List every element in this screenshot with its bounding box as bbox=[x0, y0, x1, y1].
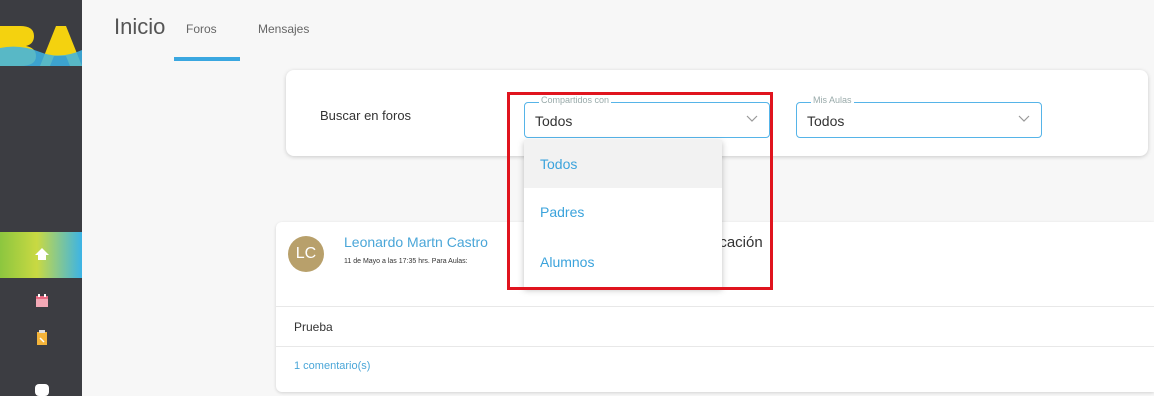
tab-inicio[interactable]: Inicio bbox=[114, 14, 165, 40]
compartidos-select[interactable]: Compartidos con Todos bbox=[524, 95, 770, 138]
mis-aulas-select[interactable]: Mis Aulas Todos bbox=[796, 95, 1042, 138]
chevron-down-icon bbox=[1018, 115, 1030, 122]
tab-foros[interactable]: Foros bbox=[186, 22, 217, 36]
comments-link[interactable]: 1 comentario(s) bbox=[294, 360, 370, 372]
active-tab-indicator bbox=[174, 57, 240, 61]
dropdown-option-padres[interactable]: Padres bbox=[524, 188, 722, 236]
chevron-down-icon bbox=[746, 115, 758, 122]
post-meta: 11 de Mayo a las 17:35 hrs. Para Aulas: bbox=[344, 258, 468, 265]
post-title: icación bbox=[716, 234, 763, 251]
tab-mensajes[interactable]: Mensajes bbox=[258, 22, 309, 36]
logo bbox=[0, 22, 82, 66]
home-icon bbox=[35, 248, 49, 260]
compartidos-legend: Compartidos con bbox=[539, 95, 612, 105]
calendar-icon bbox=[36, 294, 48, 307]
divider bbox=[276, 346, 1154, 347]
dropdown-option-alumnos[interactable]: Alumnos bbox=[524, 238, 722, 286]
sidebar-item-calendar[interactable] bbox=[0, 286, 82, 320]
divider bbox=[276, 306, 1154, 307]
compartidos-dropdown-menu: Todos Padres Alumnos bbox=[524, 140, 722, 288]
post-author-link[interactable]: Leonardo Martn Castro bbox=[344, 234, 488, 250]
post-body: Prueba bbox=[294, 320, 333, 334]
sidebar bbox=[0, 0, 82, 396]
mis-aulas-legend: Mis Aulas bbox=[811, 95, 854, 105]
compartidos-value: Todos bbox=[535, 113, 573, 129]
sidebar-item-home[interactable] bbox=[0, 232, 82, 278]
avatar: LC bbox=[288, 236, 324, 272]
clipboard-icon bbox=[37, 330, 47, 345]
chat-icon bbox=[35, 384, 49, 396]
mis-aulas-value: Todos bbox=[807, 113, 845, 129]
dropdown-option-label: Alumnos bbox=[540, 254, 595, 270]
dropdown-option-todos[interactable]: Todos bbox=[524, 140, 722, 188]
sidebar-item-messages[interactable] bbox=[0, 380, 82, 396]
dropdown-option-label: Padres bbox=[540, 204, 585, 220]
sidebar-item-tasks[interactable] bbox=[0, 322, 82, 356]
search-label: Buscar en foros bbox=[320, 108, 412, 123]
dropdown-option-label: Todos bbox=[540, 156, 578, 172]
